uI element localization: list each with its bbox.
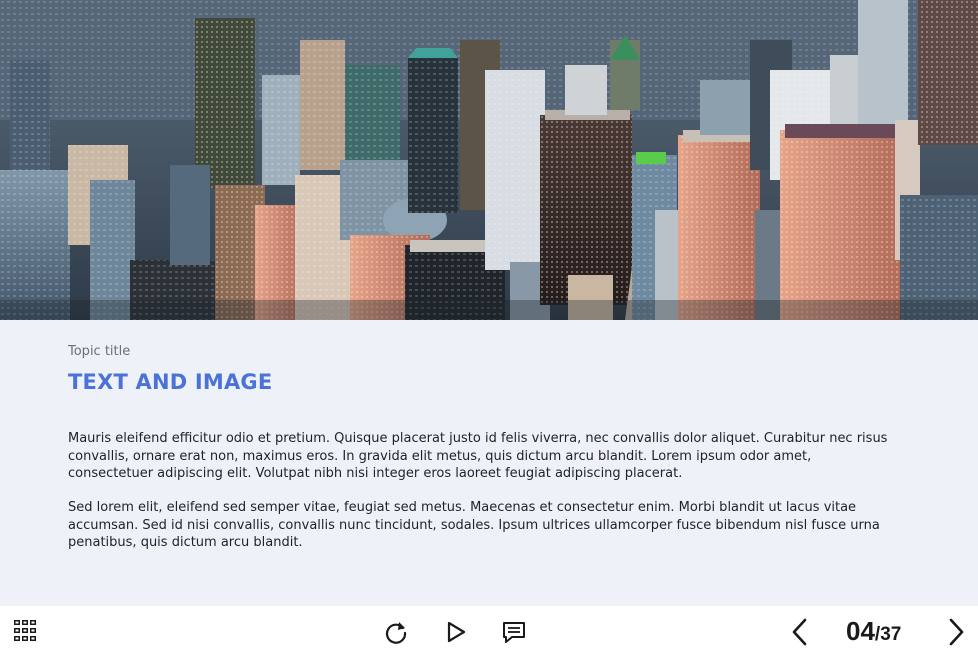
body-paragraph: Mauris eleifend efficitur odio et pretiu… — [68, 431, 888, 481]
current-slide-number: 04 — [846, 616, 875, 646]
grid-menu-icon — [14, 620, 36, 641]
chevron-left-icon — [792, 618, 807, 646]
slide-content: Topic title TEXT AND IMAGE Mauris eleife… — [0, 320, 978, 606]
body-paragraph: Sed lorem elit, eleifend sed semper vita… — [68, 500, 880, 550]
notes-button[interactable] — [499, 618, 529, 646]
topic-label: Topic title — [68, 344, 131, 359]
play-button[interactable] — [442, 618, 470, 646]
player-toolbar: 04 / 37 — [0, 606, 978, 656]
chevron-right-icon — [949, 618, 964, 646]
slide-counter: 04 / 37 — [846, 616, 901, 646]
next-slide-button[interactable] — [942, 616, 970, 648]
play-icon — [447, 621, 466, 643]
previous-slide-button[interactable] — [786, 616, 814, 648]
notes-icon — [503, 622, 525, 643]
replay-icon — [385, 622, 407, 644]
total-slide-number: 37 — [880, 624, 902, 645]
menu-button[interactable] — [10, 618, 40, 644]
slide-heading: TEXT AND IMAGE — [68, 370, 273, 394]
city-skyline-image — [0, 0, 978, 320]
replay-button[interactable] — [382, 618, 410, 646]
hero-image — [0, 0, 978, 320]
